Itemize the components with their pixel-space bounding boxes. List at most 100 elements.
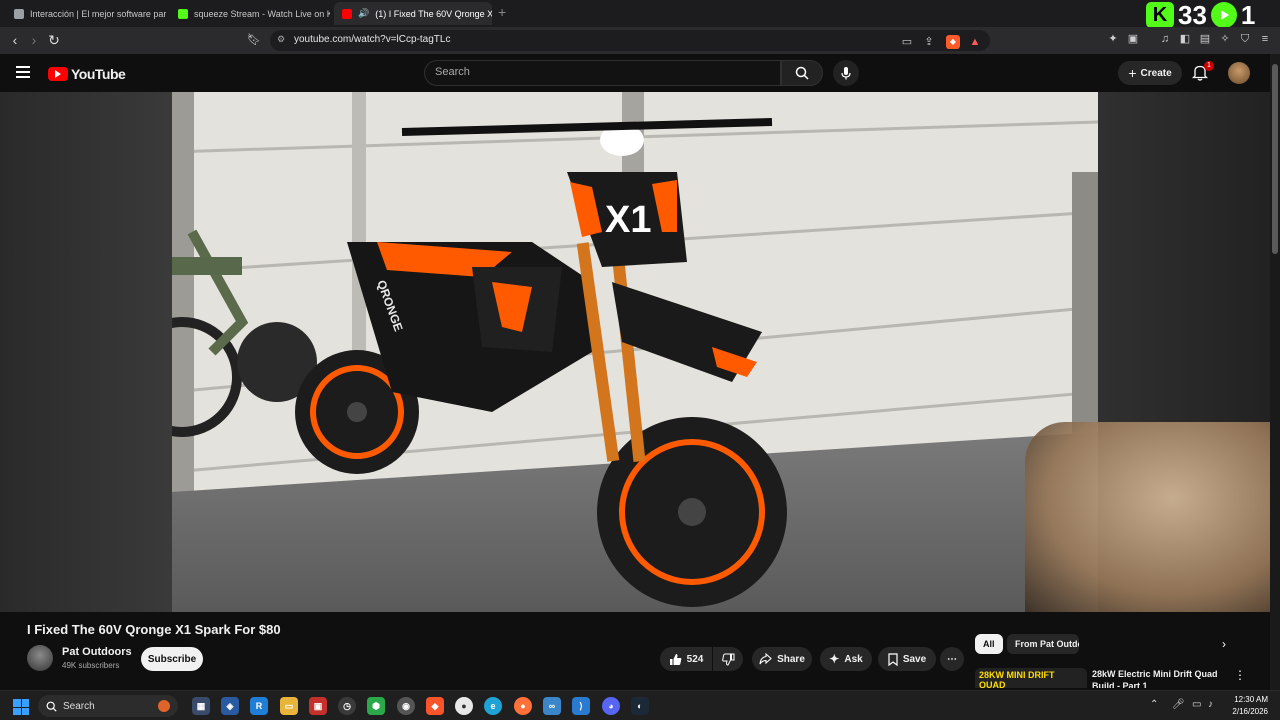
recommendation-menu-icon[interactable]: ⋮ [1234,668,1246,682]
reload-icon[interactable]: ↻ [45,31,63,49]
tab-kick-stream[interactable]: squeeze Stream - Watch Live on Kick [170,2,330,25]
discord-icon[interactable]: ◕ [602,697,620,715]
youtube-logo[interactable]: YouTube [48,66,126,82]
browser-tab-strip: Interacción | El mejor software para p s… [0,0,1280,30]
ask-button[interactable]: ✦ Ask [820,647,872,671]
video-player[interactable]: X1 QRONGE [0,92,1270,612]
thumbs-down-icon [721,653,734,666]
cast-icon[interactable]: ▭ [900,35,914,49]
extensions-icon[interactable]: ✦ [1106,32,1120,46]
play-icon [1210,2,1237,28]
forward-icon[interactable]: › [25,31,43,49]
task-view-icon[interactable]: ▦ [192,697,210,715]
share-button[interactable]: Share [752,647,812,671]
basketball-icon [158,700,170,712]
tab-label: squeeze Stream - Watch Live on Kick [194,8,330,19]
recommendation-thumbnail[interactable]: 28KW MINI DRIFT QUAD [975,668,1087,688]
speaker-icon: 🔊 [358,8,370,18]
search-button[interactable] [781,60,823,86]
create-button[interactable]: + Create [1118,61,1182,85]
scrollbar-thumb[interactable] [1272,64,1278,254]
subscribe-button[interactable]: Subscribe [141,647,203,671]
chip-all[interactable]: All [975,634,1003,654]
dislike-button[interactable] [713,647,743,671]
new-tab-button[interactable]: + [498,4,506,20]
account-avatar[interactable] [1228,62,1250,84]
tab-interaccion[interactable]: Interacción | El mejor software para p [6,2,166,25]
youtube-wordmark: YouTube [71,66,126,82]
hamburger-menu-icon[interactable] [16,66,30,81]
vpn-icon[interactable]: ⛉ [1238,32,1252,46]
notifications-button[interactable]: 1 [1191,61,1214,84]
browser-toolbar: ‹ › ↻ 🔖︎ ⚙ youtube.com/watch?v=lCcp-tagT… [0,27,1280,54]
voice-search-button[interactable] [833,60,859,86]
app-icon-6[interactable]: ◉ [397,697,415,715]
app-icon-7[interactable]: ∞ [543,697,561,715]
sidebar-icon[interactable]: ◧ [1178,32,1192,46]
clock-date: 2/16/2026 [1232,707,1268,716]
screenshot-icon[interactable]: ▣ [1126,32,1140,46]
steam-icon[interactable]: ◐ [631,697,649,715]
tab-label: (1) I Fixed The 60V Qronge X [375,8,492,19]
windows-start-icon[interactable] [13,699,29,715]
network-icon[interactable]: ▭ [1192,699,1201,710]
share-page-icon[interactable]: ⇪ [922,35,936,49]
kick-count: 33 [1178,0,1207,30]
firefox-icon[interactable]: ● [514,697,532,715]
brave-rewards-icon[interactable]: ▲ [968,35,982,49]
video-frame-image: X1 QRONGE [172,92,1098,612]
bookmark-icon[interactable]: 🔖︎ [245,31,263,49]
back-icon[interactable]: ‹ [6,31,24,49]
tray-chevron-icon[interactable]: ⌃ [1150,699,1158,710]
kick-overlay: K 33 1 [1146,0,1255,30]
app-icon-4[interactable]: ◷ [338,697,356,715]
app-icon-3[interactable]: ▣ [309,697,327,715]
site-info-icon[interactable]: ⚙ [277,34,285,45]
app-icon-2[interactable]: R [250,697,268,715]
bike-model-text: X1 [605,199,651,241]
edge-icon[interactable]: e [484,697,502,715]
app-icon-1[interactable]: ◈ [221,697,239,715]
chip-from-channel[interactable]: From Pat Outdo [1007,634,1079,654]
kick-favicon-icon [178,8,188,19]
volume-icon[interactable]: ♪ [1208,699,1213,710]
chevron-right-icon[interactable]: › [1222,637,1226,651]
page-scrollbar[interactable] [1270,54,1280,690]
kick-logo-icon: K [1146,2,1174,28]
leo-ai-icon[interactable]: ✧ [1218,32,1232,46]
youtube-play-logo-icon [48,67,68,81]
search-icon [795,66,809,80]
ambient-left [0,92,172,612]
channel-name[interactable]: Pat Outdoors [62,646,132,658]
recommendation-title[interactable]: 28kW Electric Mini Drift Quad Build - Pa… [1092,668,1222,688]
file-explorer-icon[interactable]: ▭ [280,697,298,715]
microphone-tray-icon[interactable]: 🎤︎ [1172,699,1185,710]
media-icon[interactable]: ♫ [1158,32,1172,46]
menu-icon[interactable]: ≡ [1258,32,1272,46]
vscode-icon[interactable]: ⟩ [572,697,590,715]
search-input[interactable]: Search [424,60,781,86]
plus-icon: + [1128,65,1137,81]
chrome-icon[interactable]: ● [455,697,473,715]
url-text: youtube.com/watch?v=lCcp-tagTLc [294,34,451,45]
channel-avatar[interactable] [27,645,53,671]
system-clock[interactable]: 12:30 AM 2/16/2026 [1224,694,1268,718]
tab-youtube-video[interactable]: 🔊 (1) I Fixed The 60V Qronge X ✕ [334,2,492,25]
brave-browser-icon[interactable]: ◆ [426,697,444,715]
wallet-icon[interactable]: ▤ [1198,32,1212,46]
taskbar-search[interactable]: Search [38,695,178,717]
thumbs-up-icon [669,653,681,665]
brave-shield-icon[interactable]: ◆ [946,35,960,49]
youtube-favicon-icon [342,8,352,19]
more-actions-button[interactable]: ⋯ [940,647,964,671]
sparkle-icon: ✦ [829,652,840,666]
app-icon-5[interactable]: ⬢ [367,697,385,715]
youtube-header: YouTube Search + Create 1 [0,54,1270,92]
windows-taskbar: Search ▦ ◈ R ▭ ▣ ◷ ⬢ ◉ ◆ ● e ● ∞ ⟩ ◕ ◐ ⌃… [0,690,1280,720]
address-bar[interactable]: ⚙ youtube.com/watch?v=lCcp-tagTLc ▭ ⇪ ◆ … [270,30,990,51]
share-icon [759,653,772,665]
save-button[interactable]: Save [878,647,936,671]
like-button[interactable]: 524 [660,647,712,671]
video-frame[interactable]: X1 QRONGE [172,92,1098,612]
save-label: Save [902,653,927,665]
